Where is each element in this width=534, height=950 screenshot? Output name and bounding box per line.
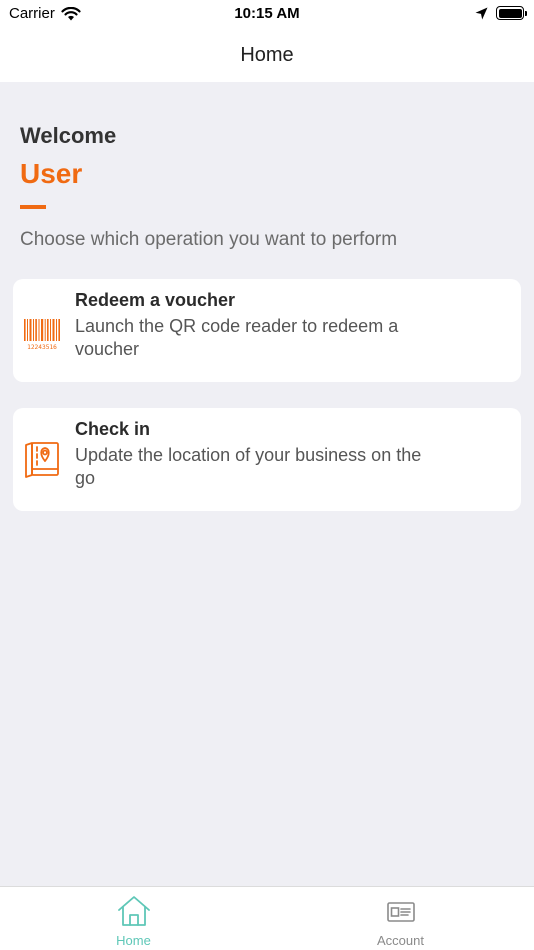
accent-divider: [20, 205, 46, 209]
user-name: User: [20, 158, 83, 189]
tab-home-label: Home: [116, 933, 151, 948]
tab-bar: Home Account: [0, 886, 534, 950]
check-in-description: Update the location of your business on …: [75, 445, 422, 488]
barcode-icon: 12243516: [24, 319, 60, 351]
operation-prompt: Choose which operation you want to perfo…: [20, 229, 398, 250]
barcode-number: 12243516: [27, 344, 57, 351]
check-in-card[interactable]: Check in Update the location of your bus…: [13, 408, 521, 511]
redeem-voucher-card[interactable]: 12243516 Redeem a voucher Launch the QR …: [13, 279, 521, 382]
map-pin-icon: [25, 442, 59, 478]
tab-account-label: Account: [377, 933, 424, 948]
status-bar: Carrier 10:15 AM: [0, 0, 534, 30]
redeem-voucher-description: Launch the QR code reader to redeem a vo…: [75, 316, 399, 359]
location-arrow-icon: [475, 7, 488, 19]
navigation-bar: Home: [0, 30, 534, 82]
redeem-voucher-title: Redeem a voucher: [75, 290, 236, 310]
id-card-icon: [386, 902, 415, 922]
tab-account[interactable]: Account: [267, 887, 534, 950]
battery-icon: [496, 6, 527, 20]
page-title: Home: [240, 44, 294, 66]
home-icon: [117, 896, 150, 926]
tab-home[interactable]: Home: [0, 887, 267, 950]
app-screen: Carrier 10:15 AM Home Welcome User Choos…: [0, 0, 534, 950]
check-in-title: Check in: [75, 419, 151, 439]
status-right: [475, 6, 527, 20]
status-time: 10:15 AM: [234, 5, 300, 22]
welcome-label: Welcome: [20, 123, 117, 148]
